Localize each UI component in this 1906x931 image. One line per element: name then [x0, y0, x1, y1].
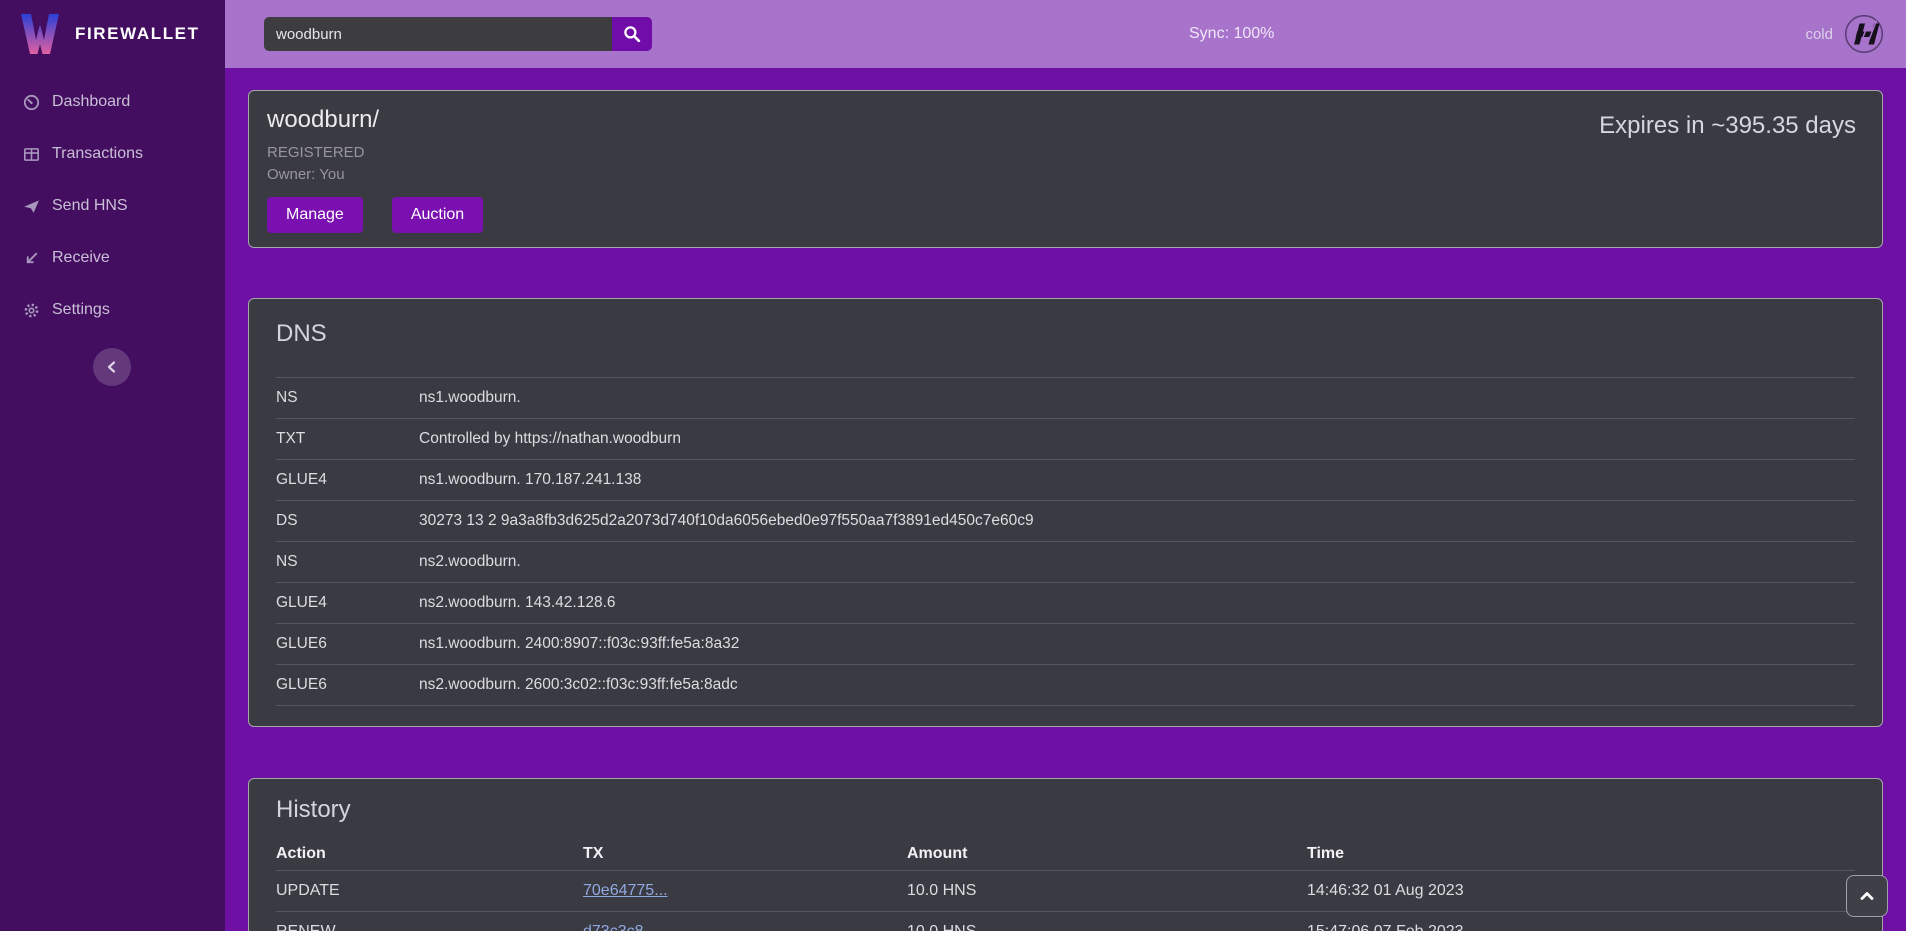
- dns-record-type: GLUE6: [276, 635, 419, 653]
- sidebar-nav: Dashboard Transactions Send HNS Receive: [0, 76, 225, 336]
- brand-name: FIREWALLET: [75, 24, 200, 44]
- sidebar-item-label: Settings: [52, 301, 110, 319]
- history-header-row: Action TX Amount Time: [276, 837, 1855, 871]
- dns-record-row: NS ns2.woodburn.: [276, 542, 1855, 583]
- history-row: RENEW d73c3c8... 10.0 HNS 15:47:06 07 Fe…: [276, 912, 1855, 931]
- dns-record-value: 30273 13 2 9a3a8fb3d625d2a2073d740f10da6…: [419, 512, 1855, 530]
- topbar: Sync: 100% cold: [225, 0, 1906, 68]
- receive-arrow-icon: [22, 250, 40, 267]
- dashboard-gauge-icon: [22, 94, 40, 111]
- sidebar-item-send-hns[interactable]: Send HNS: [0, 180, 225, 232]
- history-title: History: [276, 795, 1855, 825]
- sidebar-item-receive[interactable]: Receive: [0, 232, 225, 284]
- dns-record-type: GLUE4: [276, 594, 419, 612]
- search-button[interactable]: [612, 17, 652, 51]
- sidebar-item-label: Transactions: [52, 145, 143, 163]
- history-card: History Action TX Amount Time UPDATE 70e…: [248, 778, 1883, 931]
- dns-title: DNS: [276, 319, 1855, 349]
- dns-record-value: Controlled by https://nathan.woodburn: [419, 430, 1855, 448]
- dns-record-row: DS 30273 13 2 9a3a8fb3d625d2a2073d740f10…: [276, 501, 1855, 542]
- dns-record-row: GLUE6 ns1.woodburn. 2400:8907::f03c:93ff…: [276, 624, 1855, 665]
- dns-record-row: NS ns1.woodburn.: [276, 378, 1855, 419]
- search-icon: [623, 25, 641, 43]
- dns-record-type: TXT: [276, 430, 419, 448]
- history-action: UPDATE: [276, 882, 583, 900]
- dns-table: NS ns1.woodburn. TXT Controlled by https…: [276, 377, 1855, 706]
- sidebar-item-label: Receive: [52, 249, 110, 267]
- dns-record-value: ns2.woodburn. 2600:3c02::f03c:93ff:fe5a:…: [419, 676, 1855, 694]
- dns-record-value: ns1.woodburn. 170.187.241.138: [419, 471, 1855, 489]
- firewallet-w-logo: [20, 12, 60, 56]
- history-header-tx: TX: [583, 845, 907, 863]
- sidebar-collapse-button[interactable]: [93, 348, 131, 386]
- dns-record-value: ns2.woodburn.: [419, 553, 1855, 571]
- scroll-to-top-button[interactable]: [1846, 875, 1888, 917]
- domain-status: REGISTERED: [267, 144, 1864, 161]
- history-header-time: Time: [1307, 845, 1855, 863]
- history-action: RENEW: [276, 923, 583, 931]
- chevron-up-icon: [1857, 886, 1877, 906]
- history-time: 15:47:06 07 Feb 2023: [1307, 923, 1855, 931]
- domain-card: woodburn/ REGISTERED Owner: You Manage A…: [248, 90, 1883, 248]
- settings-gear-icon: [22, 302, 40, 319]
- search-bar: [264, 17, 652, 51]
- search-input[interactable]: [264, 17, 612, 51]
- dns-record-type: GLUE6: [276, 676, 419, 694]
- domain-owner: Owner: You: [267, 166, 1864, 183]
- dns-record-type: DS: [276, 512, 419, 530]
- dns-record-row: TXT Controlled by https://nathan.woodbur…: [276, 419, 1855, 460]
- handshake-h-icon[interactable]: [1844, 14, 1884, 54]
- send-plane-icon: [22, 198, 40, 215]
- brand-header: FIREWALLET: [0, 0, 225, 68]
- manage-button[interactable]: Manage: [267, 197, 363, 233]
- history-amount: 10.0 HNS: [907, 923, 1307, 931]
- dns-record-row: GLUE4 ns1.woodburn. 170.187.241.138: [276, 460, 1855, 501]
- wallet-indicator: cold: [1805, 0, 1884, 68]
- dns-record-value: ns1.woodburn. 2400:8907::f03c:93ff:fe5a:…: [419, 635, 1855, 653]
- sync-status: Sync: 100%: [1189, 0, 1274, 68]
- expiry-label: Expires in ~395.35 days: [1599, 112, 1856, 140]
- dns-record-type: NS: [276, 389, 419, 407]
- dns-record-value: ns2.woodburn. 143.42.128.6: [419, 594, 1855, 612]
- dns-record-row: GLUE6 ns2.woodburn. 2600:3c02::f03c:93ff…: [276, 665, 1855, 706]
- sidebar-item-dashboard[interactable]: Dashboard: [0, 76, 225, 128]
- dns-card: DNS NS ns1.woodburn. TXT Controlled by h…: [248, 298, 1883, 727]
- domain-actions: Manage Auction: [267, 197, 1864, 233]
- wallet-name-label: cold: [1805, 26, 1833, 43]
- content-column: Sync: 100% cold woodburn/: [225, 0, 1906, 931]
- dns-record-type: GLUE4: [276, 471, 419, 489]
- history-amount: 10.0 HNS: [907, 882, 1307, 900]
- app-window: FIREWALLET Dashboard Transactions Send H…: [0, 0, 1906, 931]
- auction-button[interactable]: Auction: [392, 197, 483, 233]
- sidebar-item-transactions[interactable]: Transactions: [0, 128, 225, 180]
- sidebar-item-settings[interactable]: Settings: [0, 284, 225, 336]
- sidebar: FIREWALLET Dashboard Transactions Send H…: [0, 0, 225, 931]
- history-time: 14:46:32 01 Aug 2023: [1307, 882, 1855, 900]
- chevron-left-icon: [102, 357, 122, 377]
- history-header-amount: Amount: [907, 845, 1307, 863]
- sidebar-item-label: Send HNS: [52, 197, 128, 215]
- history-header-action: Action: [276, 845, 583, 863]
- dns-record-value: ns1.woodburn.: [419, 389, 1855, 407]
- dns-record-row: GLUE4 ns2.woodburn. 143.42.128.6: [276, 583, 1855, 624]
- main-content: woodburn/ REGISTERED Owner: You Manage A…: [225, 68, 1906, 931]
- tx-link[interactable]: 70e64775...: [583, 882, 668, 899]
- history-row: UPDATE 70e64775... 10.0 HNS 14:46:32 01 …: [276, 871, 1855, 912]
- dns-record-type: NS: [276, 553, 419, 571]
- transactions-table-icon: [22, 146, 40, 163]
- tx-link[interactable]: d73c3c8...: [583, 923, 657, 931]
- sidebar-item-label: Dashboard: [52, 93, 130, 111]
